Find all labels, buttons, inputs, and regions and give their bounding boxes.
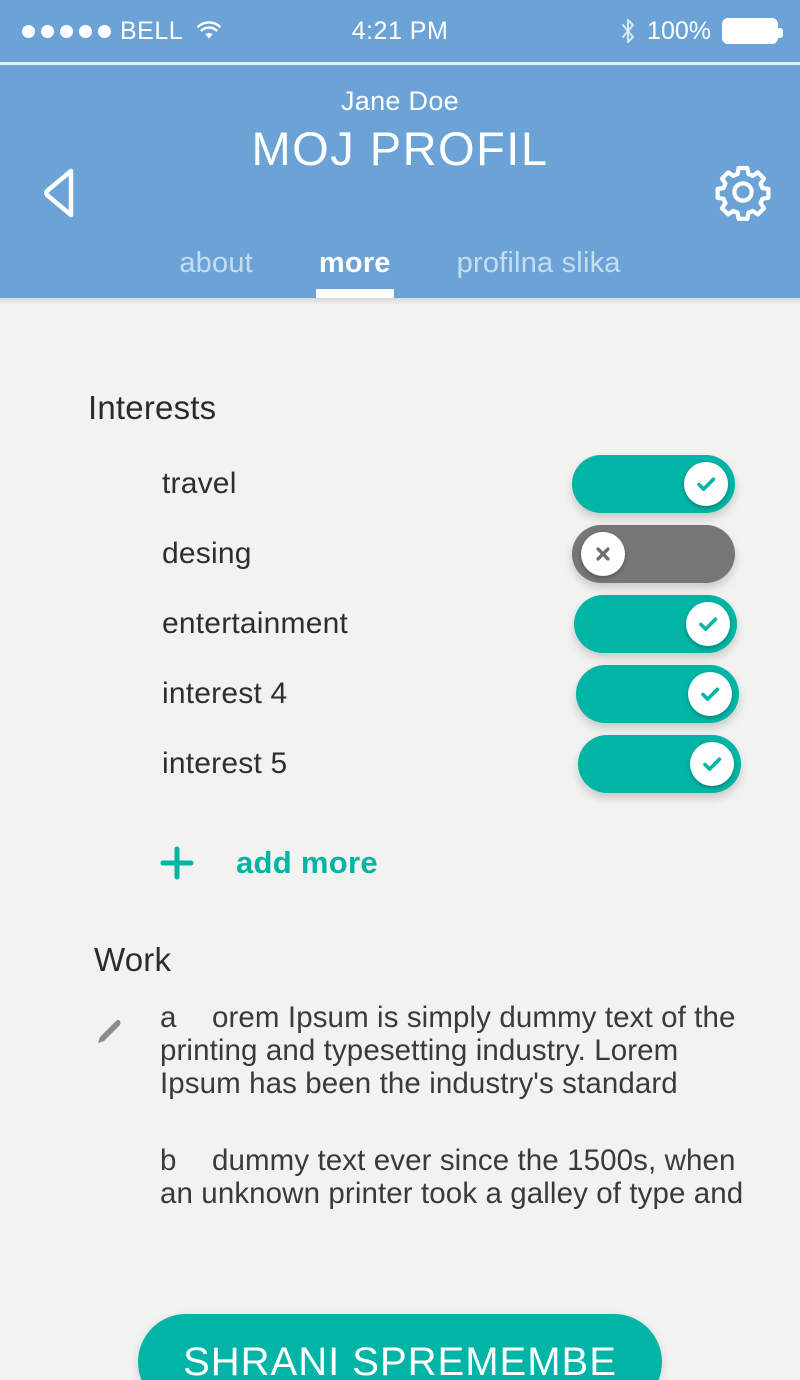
status-bar: BELL 4:21 PM 100%: [0, 0, 800, 62]
tab-more[interactable]: more: [319, 247, 391, 298]
battery-percent-label: 100%: [647, 16, 711, 45]
tab-profilna-slika[interactable]: profilna slika: [457, 247, 621, 298]
work-entry-text: orem Ipsum is simply dummy text of the p…: [160, 1001, 736, 1101]
check-icon: [686, 602, 730, 646]
signal-dot: [79, 24, 92, 38]
work-entry-key: a: [160, 1001, 177, 1034]
close-icon: [581, 532, 625, 576]
profile-name: Jane Doe: [341, 86, 459, 116]
interest-row: interest 4: [0, 659, 800, 729]
battery-full-icon: [722, 18, 783, 44]
app-header: Jane Doe MOJ PROFIL about more profilna …: [0, 65, 800, 298]
interest-label: travel: [162, 467, 237, 500]
back-arrow-icon[interactable]: [40, 165, 82, 221]
interest-toggle-travel[interactable]: [572, 455, 735, 513]
main-content: Interests travel desing entertainment in…: [0, 389, 800, 1210]
wifi-icon: [196, 21, 222, 41]
check-icon: [684, 462, 728, 506]
interest-toggle-interest-4[interactable]: [576, 665, 739, 723]
work-section: a orem Ipsum is simply dummy text of the …: [92, 1001, 800, 1210]
work-entry-text: dummy text ever since the 1500s, when an…: [160, 1144, 744, 1211]
page-title: MOJ PROFIL: [251, 121, 549, 175]
tab-about[interactable]: about: [179, 247, 253, 298]
save-button[interactable]: SHRANI SPREMEMBE: [138, 1314, 662, 1380]
signal-strength-dots: [22, 24, 111, 38]
pencil-icon[interactable]: [92, 1015, 126, 1049]
signal-dot: [41, 24, 54, 38]
add-more-button[interactable]: add more: [160, 845, 800, 881]
status-bar-right: 100%: [620, 16, 783, 46]
work-entry: b dummy text ever since the 1500s, when a…: [160, 1144, 756, 1210]
interests-list: travel desing entertainment interest 4 i…: [0, 449, 800, 799]
interest-label: entertainment: [162, 607, 349, 640]
interest-label: desing: [162, 537, 252, 570]
interest-toggle-interest-5[interactable]: [578, 735, 741, 793]
work-entry-key: b: [160, 1144, 177, 1178]
signal-dot: [60, 24, 73, 38]
header-titles: Jane Doe MOJ PROFIL: [0, 65, 800, 174]
interest-toggle-desing[interactable]: [572, 525, 735, 583]
signal-dot: [22, 24, 35, 38]
interests-heading: Interests: [88, 389, 217, 426]
interest-row: travel: [0, 449, 800, 519]
check-icon: [688, 672, 732, 716]
interest-label: interest 4: [162, 677, 288, 710]
carrier-label: BELL: [120, 16, 184, 45]
interest-row: entertainment: [0, 589, 800, 659]
status-bar-left: BELL: [22, 17, 222, 46]
gear-icon[interactable]: [714, 163, 772, 221]
app-screen: BELL 4:21 PM 100% Jane Doe MOJ PROFIL ab…: [0, 0, 800, 1380]
interest-toggle-entertainment[interactable]: [574, 595, 737, 653]
bluetooth-icon: [620, 18, 636, 44]
check-icon: [690, 742, 734, 786]
interest-row: interest 5: [0, 729, 800, 799]
interest-label: interest 5: [162, 747, 288, 780]
tab-bar: about more profilna slika: [0, 247, 800, 298]
header-shadow: [0, 298, 800, 305]
plus-icon: [160, 846, 194, 880]
interest-row: desing: [0, 519, 800, 589]
work-heading: Work: [94, 941, 172, 978]
work-entry: a orem Ipsum is simply dummy text of the …: [160, 1001, 756, 1100]
signal-dot: [98, 24, 111, 38]
add-more-label: add more: [236, 845, 378, 880]
work-entries: a orem Ipsum is simply dummy text of the …: [160, 1001, 756, 1210]
